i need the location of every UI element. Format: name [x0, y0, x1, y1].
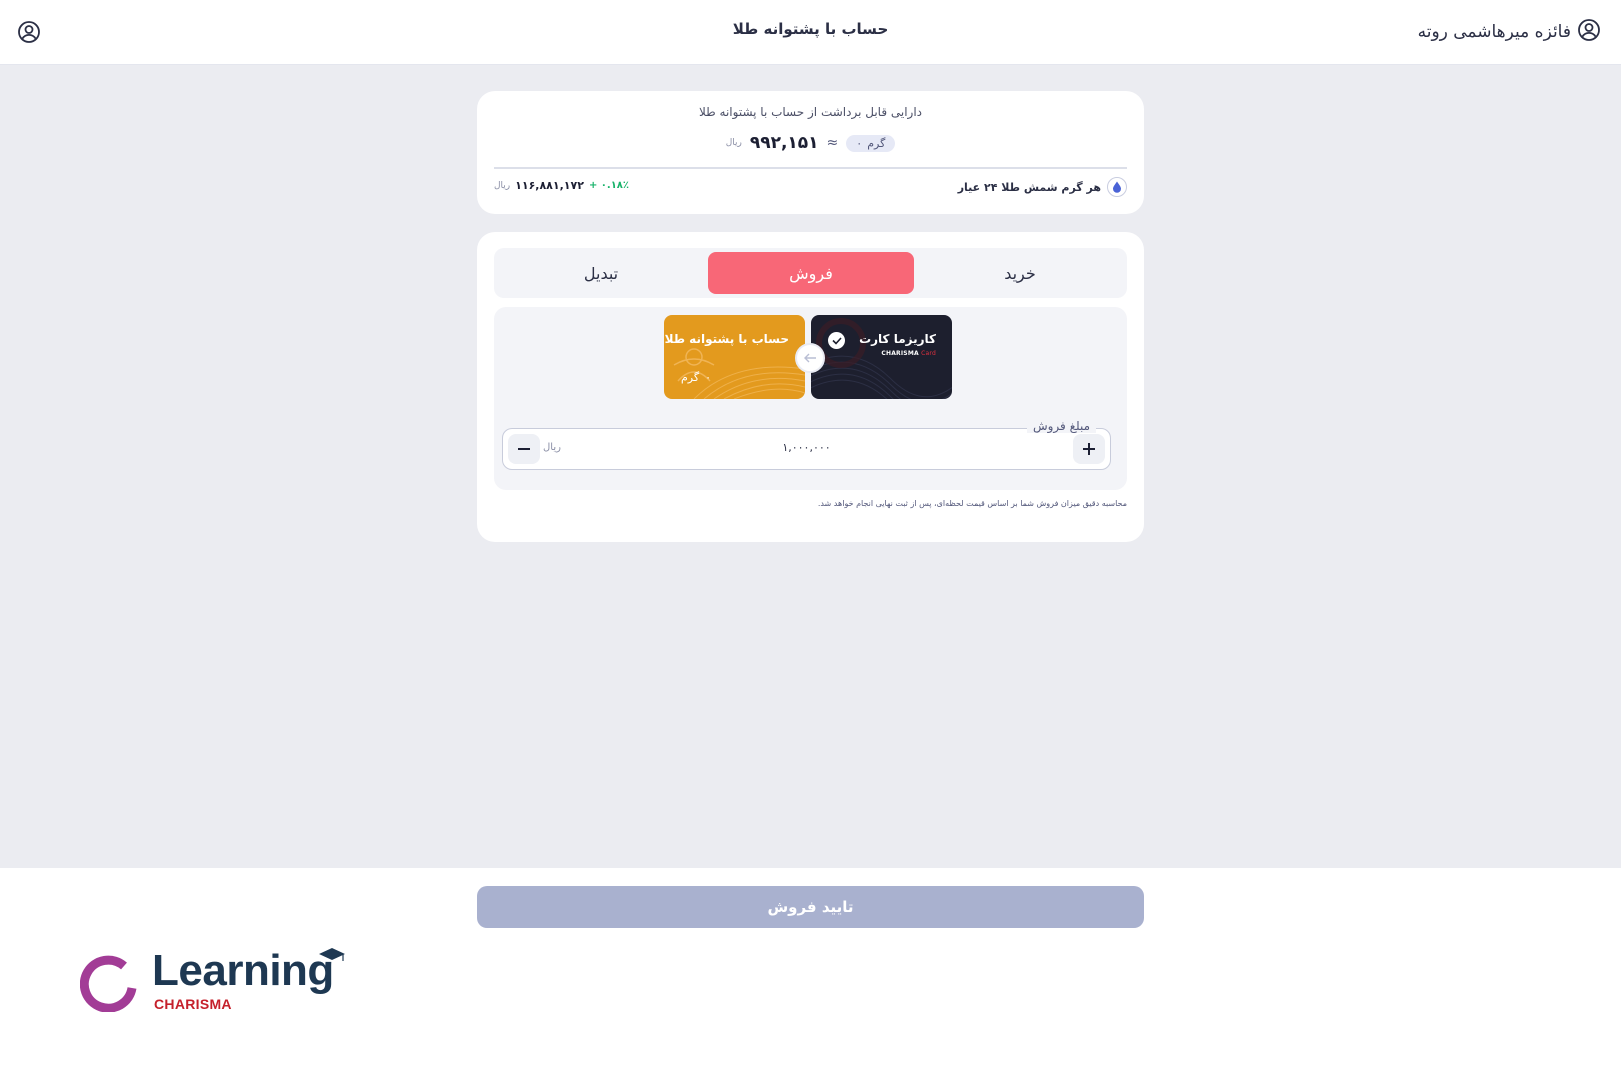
minus-icon	[518, 448, 530, 450]
destination-gram-unit: گرم	[681, 371, 700, 384]
gold-price-change: + ۰.۱۸٪	[588, 180, 630, 191]
sell-amount-field[interactable]: مبلغ فروش ۱,۰۰۰,۰۰۰ ریال	[502, 419, 1111, 470]
balance-currency: ریال	[725, 138, 742, 148]
selected-check-icon	[828, 332, 845, 349]
logo-word: Learning	[152, 946, 334, 995]
page-title: حساب با پشتوانه طلا	[732, 20, 889, 38]
gold-price-currency: ریال	[494, 180, 511, 191]
tab-buy[interactable]: خرید	[917, 252, 1123, 294]
footer: تایید فروش Learning CHARISMA	[0, 868, 1621, 1080]
source-card-title: کاریزما کارت	[859, 332, 936, 346]
card-swirl-pattern	[811, 318, 952, 399]
gold-price-label: هر گرم شمش طلا ۲۴ عیار	[957, 180, 1101, 194]
gold-price-value: ۱۱۶,۸۸۱,۱۷۲	[515, 179, 584, 192]
sell-amount-value[interactable]: ۱,۰۰۰,۰۰۰	[503, 441, 1110, 454]
decrease-button[interactable]	[508, 434, 540, 464]
destination-card-gram: ۰ گرم	[681, 371, 711, 384]
learning-charisma-logo: Learning CHARISMA	[80, 946, 350, 1016]
tab-convert[interactable]: تبدیل	[498, 252, 704, 294]
balance-amount: ۹۹۲,۱۵۱	[749, 133, 819, 153]
gold-price-label-group: هر گرم شمش طلا ۲۴ عیار	[958, 177, 1127, 197]
brand-name: CHARISMA	[881, 350, 919, 357]
calculation-note: محاسبه دقیق میزان فروش شما بر اساس قیمت …	[817, 499, 1127, 508]
balance-title: دارایی قابل برداشت از حساب با پشتوانه طل…	[698, 105, 923, 119]
profile-icon[interactable]	[17, 20, 41, 48]
approx-sign: ≈	[826, 135, 839, 151]
trade-tabs: خرید فروش تبدیل	[494, 248, 1127, 298]
gram-unit: گرم	[867, 136, 886, 150]
gold-price-group: ریال ۱۱۶,۸۸۱,۱۷۲ + ۰.۱۸٪	[494, 179, 629, 192]
sell-amount-unit: ریال	[543, 442, 561, 453]
trade-card: خرید فروش تبدیل کاریزما کارت CHARISMA Ca…	[477, 232, 1144, 542]
destination-card-gold[interactable]: حساب با پشتوانه طلا ۰ گرم	[664, 315, 805, 399]
gold-drop-icon	[1107, 177, 1127, 197]
top-bar: فائزه میرهاشمی روته حساب با پشتوانه طلا	[0, 0, 1621, 65]
logo-mark-icon	[80, 955, 137, 1012]
graduation-cap-icon	[319, 948, 345, 961]
source-card-brand: CHARISMA Card	[881, 350, 936, 357]
balance-card: دارایی قابل برداشت از حساب با پشتوانه طل…	[477, 91, 1144, 214]
main-content: دارایی قابل برداشت از حساب با پشتوانه طل…	[0, 65, 1621, 868]
gram-value: ۰	[856, 136, 863, 150]
gold-card-pattern	[673, 348, 805, 399]
divider	[494, 167, 1127, 169]
destination-gram-value: ۰	[705, 371, 712, 384]
source-card-charisma[interactable]: کاریزما کارت CHARISMA Card	[811, 315, 952, 399]
brand-card-word: Card	[921, 350, 936, 357]
logo-subtitle: CHARISMA	[154, 996, 232, 1012]
tab-sell[interactable]: فروش	[708, 252, 914, 294]
destination-card-title: حساب با پشتوانه طلا	[664, 332, 789, 346]
balance-summary: گرم ۰ ≈ ۹۹۲,۱۵۱ ریال	[477, 133, 1144, 153]
sell-form-panel: کاریزما کارت CHARISMA Card حساب با پشتوا…	[494, 307, 1127, 490]
confirm-sell-button[interactable]: تایید فروش	[477, 886, 1144, 928]
arrow-left-icon	[795, 343, 825, 373]
sell-amount-label: مبلغ فروش	[1026, 419, 1096, 433]
gram-badge: گرم ۰	[846, 134, 896, 152]
